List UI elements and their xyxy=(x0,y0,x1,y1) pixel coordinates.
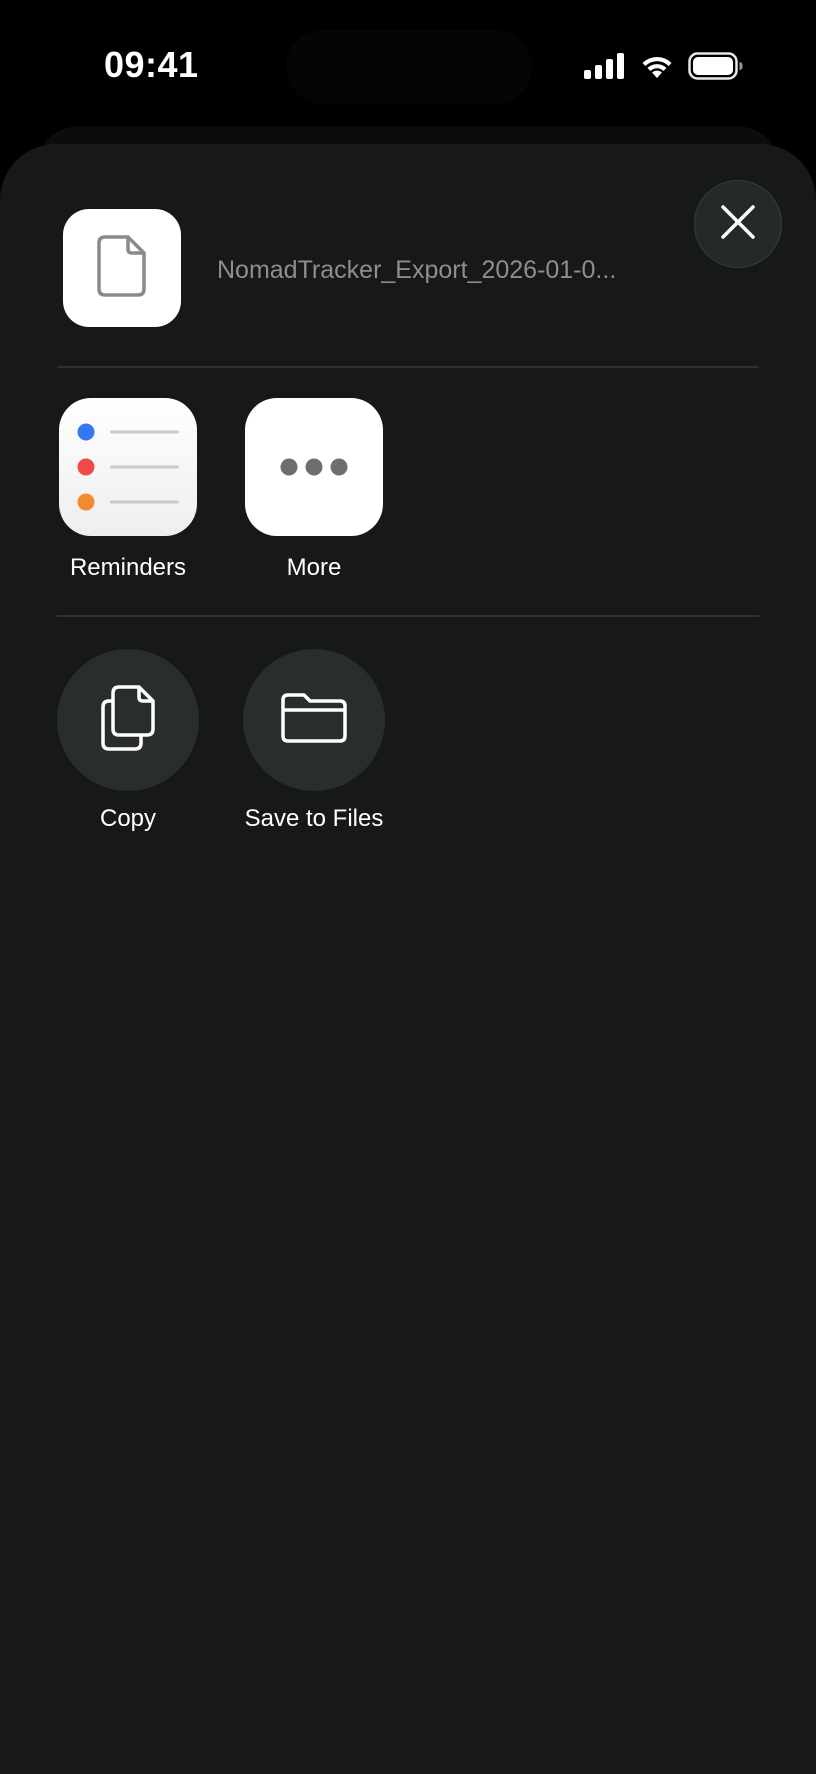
wifi-icon xyxy=(640,53,674,79)
folder-icon xyxy=(280,691,348,750)
status-bar: 09:41 xyxy=(0,0,816,130)
app-label: Reminders xyxy=(69,554,187,581)
share-sheet-screen: 09:41 NomadTracker_Export_2026-01-0... R… xyxy=(0,0,816,1774)
document-icon xyxy=(97,234,147,302)
action-save-to-files[interactable]: Save to Files xyxy=(214,649,414,833)
status-icons xyxy=(584,50,744,82)
file-thumbnail xyxy=(63,209,181,327)
file-name: NomadTracker_Export_2026-01-0... xyxy=(217,256,617,284)
action-copy[interactable]: Copy xyxy=(28,649,228,833)
reminders-app-icon xyxy=(59,398,197,536)
app-more[interactable]: More xyxy=(221,398,407,582)
status-time: 09:41 xyxy=(104,44,199,85)
more-icon xyxy=(245,398,383,536)
action-circle xyxy=(243,649,385,791)
copy-icon xyxy=(99,683,157,758)
app-reminders[interactable]: Reminders xyxy=(35,398,221,582)
action-circle xyxy=(57,649,199,791)
dynamic-island xyxy=(286,30,532,104)
action-label: Save to Files xyxy=(244,805,384,832)
battery-icon xyxy=(688,52,744,80)
close-icon xyxy=(720,204,756,245)
app-label: More xyxy=(286,554,342,581)
action-label: Copy xyxy=(99,805,157,832)
share-sheet: NomadTracker_Export_2026-01-0... Reminde… xyxy=(0,144,816,1774)
divider xyxy=(57,615,759,617)
close-button[interactable] xyxy=(694,180,782,268)
signal-icon xyxy=(584,53,626,79)
divider xyxy=(57,366,759,368)
